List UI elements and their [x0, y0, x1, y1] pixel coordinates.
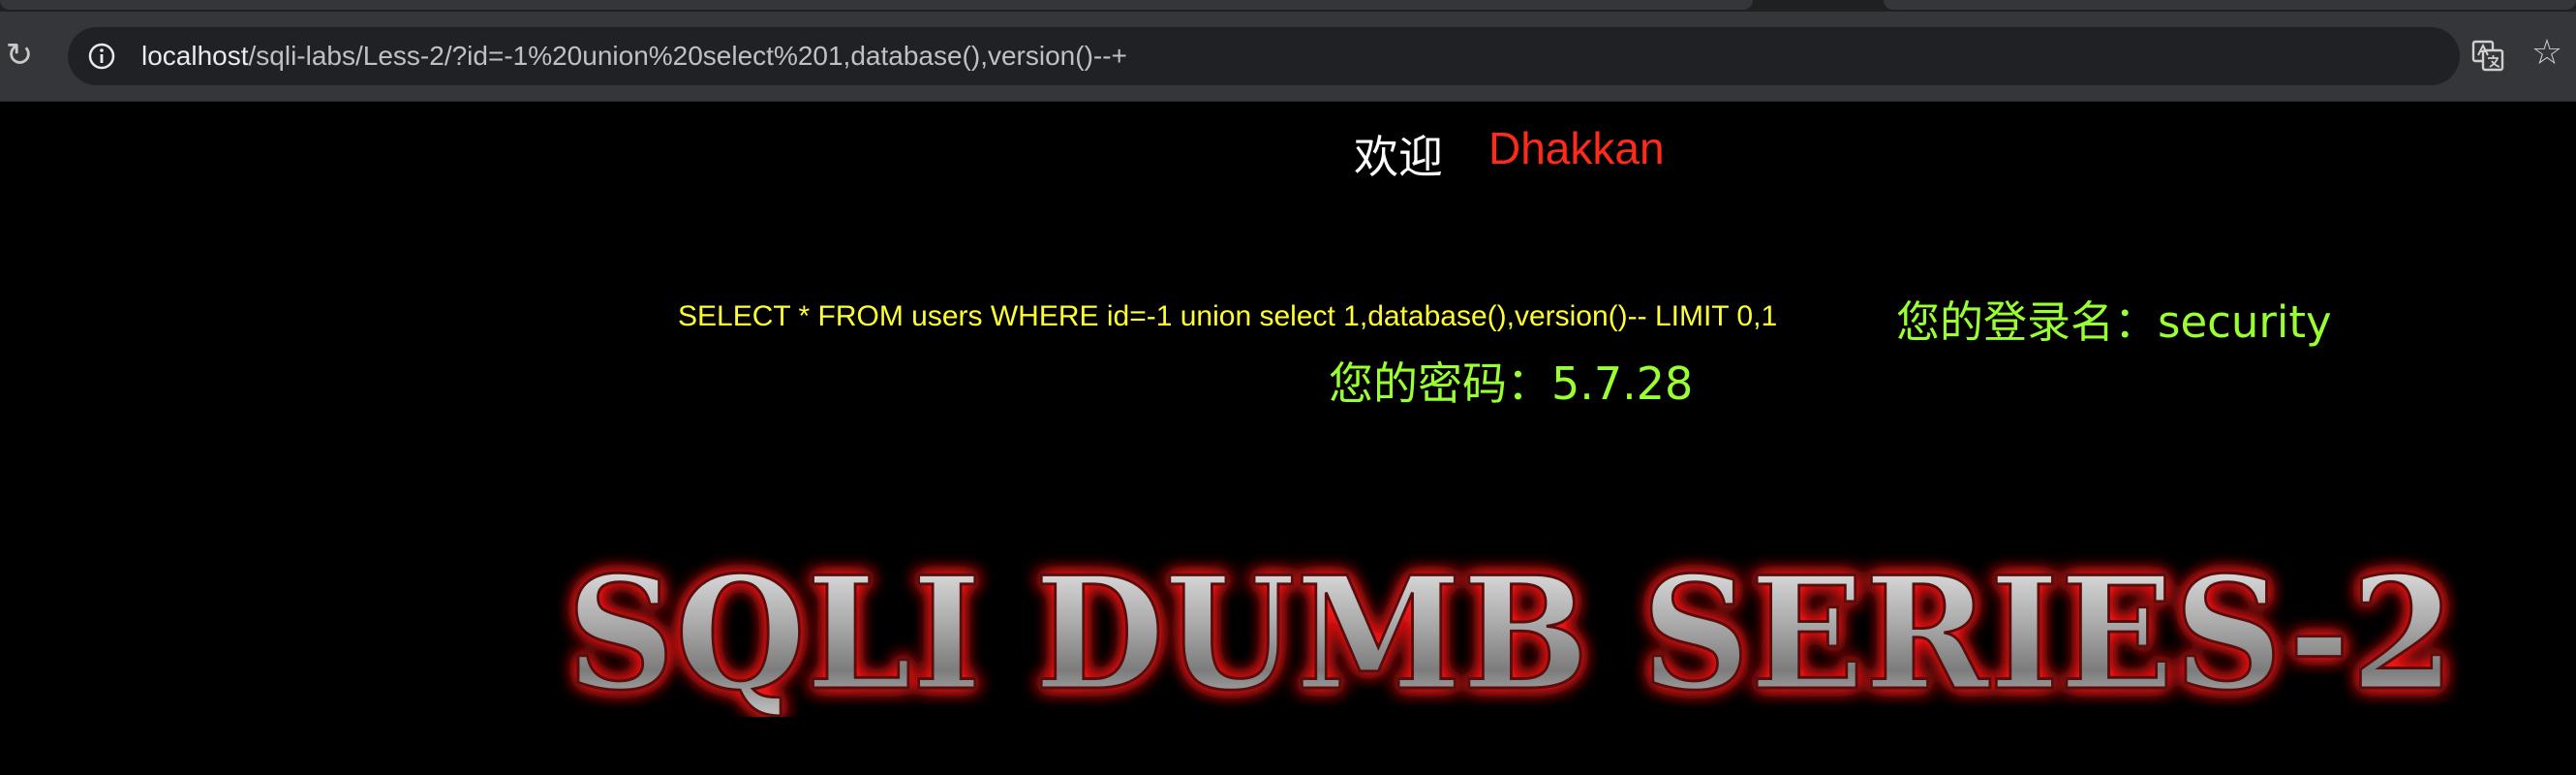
login-name-result: 您的登录名：security [1896, 296, 2332, 348]
reload-icon[interactable]: ↻ [2, 38, 37, 73]
welcome-name: Dhakkan [1488, 123, 1665, 173]
query-row: SELECT * FROM users WHERE id=-1 union se… [0, 287, 2576, 348]
password-result: 您的密码：5.7.28 [1329, 357, 1694, 410]
welcome-label: 欢迎 [1354, 131, 1443, 183]
translate-icon[interactable] [2471, 39, 2504, 72]
tab-strip [0, 0, 2576, 12]
tab-left[interactable] [0, 0, 1753, 10]
site-info-icon[interactable] [87, 42, 116, 71]
welcome-row: 欢迎 Dhakkan [0, 116, 2576, 184]
address-bar[interactable]: localhost/sqli-labs/Less-2/?id=-1%20unio… [68, 27, 2460, 85]
url-host: localhost [141, 41, 249, 71]
sql-query-text: SELECT * FROM users WHERE id=-1 union se… [678, 300, 1778, 332]
tab-right[interactable] [1884, 0, 2576, 10]
banner-text: SQLI DUMB SERIES-2 [567, 542, 2455, 717]
url-path: /sqli-labs/Less-2/?id=-1%20union%20selec… [248, 41, 1127, 71]
bookmark-star-icon[interactable]: ☆ [2530, 35, 2564, 70]
sqli-dumb-series-banner: SQLI DUMB SERIES-2 [566, 542, 2457, 717]
browser-toolbar: ↻ localhost/sqli-labs/Less-2/?id=-1%20un… [0, 12, 2576, 102]
address-url[interactable]: localhost/sqli-labs/Less-2/?id=-1%20unio… [141, 27, 1127, 85]
